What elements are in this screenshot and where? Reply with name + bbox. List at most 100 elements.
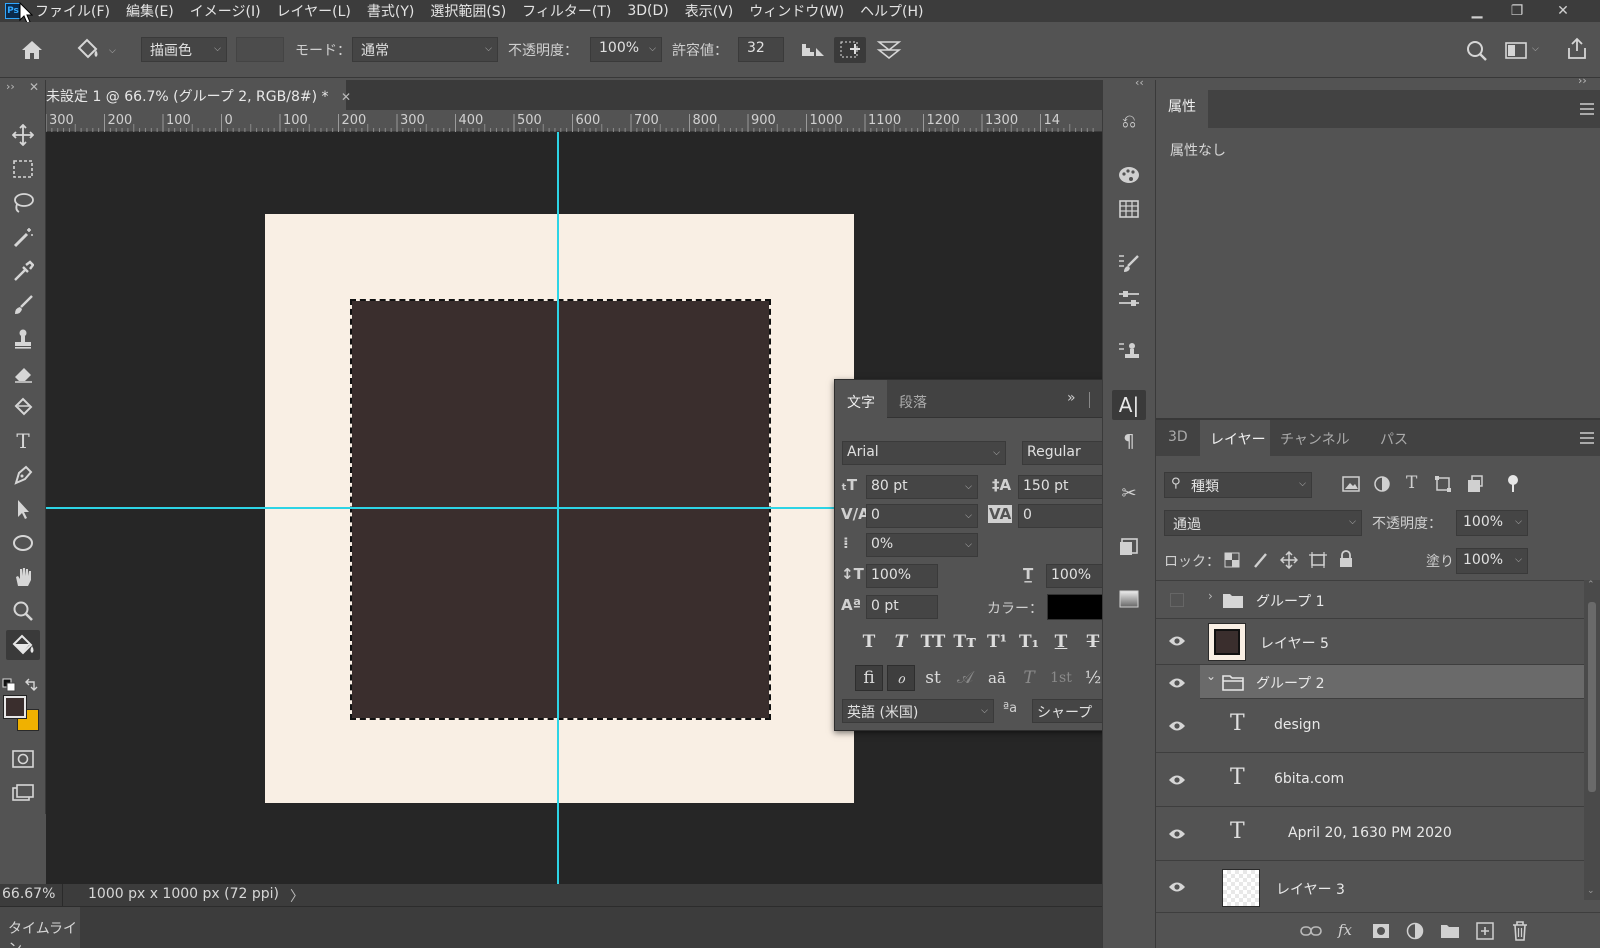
- eye-icon[interactable]: [1168, 634, 1186, 648]
- eye-icon[interactable]: [1168, 719, 1186, 733]
- layer-row-layer-5[interactable]: レイヤー 5: [1156, 619, 1584, 665]
- stylistic-alternates-button[interactable]: aā: [983, 665, 1011, 691]
- preset-dropdown-icon[interactable]: ⌵: [109, 46, 116, 56]
- menu-view[interactable]: 表示(V): [677, 1, 742, 21]
- eyedropper-tool[interactable]: [6, 256, 40, 286]
- clone-source-icon[interactable]: [1112, 336, 1146, 366]
- tab-character[interactable]: 文字: [847, 392, 875, 412]
- brush-settings-icon[interactable]: [1112, 248, 1146, 278]
- restore-icon[interactable]: ❐: [1500, 0, 1534, 22]
- workspace-dropdown-icon[interactable]: ⌵: [1532, 44, 1539, 54]
- subscript-button[interactable]: T₁: [1015, 629, 1043, 655]
- timeline-tab[interactable]: タイムライン: [0, 907, 80, 948]
- collapse-panel-icon[interactable]: »: [1067, 390, 1076, 406]
- zoom-tool[interactable]: [6, 596, 40, 626]
- ordinals-button[interactable]: 1st: [1047, 665, 1075, 691]
- menu-help[interactable]: ヘルプ(H): [852, 1, 931, 21]
- menu-layer[interactable]: レイヤー(L): [269, 1, 359, 21]
- fill-field[interactable]: 100% ⌵: [1456, 548, 1528, 574]
- layer-name[interactable]: レイヤー 3: [1276, 879, 1345, 899]
- new-adjustment-icon[interactable]: [1406, 922, 1424, 940]
- swap-colors-icon[interactable]: [24, 678, 40, 692]
- eye-icon[interactable]: [1168, 827, 1186, 841]
- gradients-icon[interactable]: [1112, 584, 1146, 614]
- workspace-icon[interactable]: [1504, 40, 1528, 60]
- character-panel-icon[interactable]: A|: [1112, 390, 1146, 420]
- menu-file[interactable]: ファイル(F): [27, 1, 118, 21]
- underline-button[interactable]: T: [1047, 629, 1075, 655]
- foreground-color-swatch[interactable]: [3, 695, 27, 719]
- new-group-icon[interactable]: [1440, 923, 1460, 939]
- chevron-right-icon[interactable]: 〉: [290, 886, 304, 906]
- chevron-right-icon[interactable]: ›: [1208, 589, 1213, 603]
- language-select[interactable]: 英語 (米国) ⌵: [842, 699, 994, 723]
- menu-3d[interactable]: 3D(D): [619, 3, 676, 19]
- close-window-icon[interactable]: ✕: [1546, 0, 1580, 22]
- eye-icon[interactable]: [1168, 773, 1186, 787]
- stamp-tool[interactable]: [6, 324, 40, 354]
- close-tab-icon[interactable]: ✕: [341, 90, 351, 104]
- menu-window[interactable]: ウィンドウ(W): [741, 1, 852, 21]
- horizontal-guide[interactable]: [46, 507, 836, 509]
- home-icon[interactable]: [21, 40, 43, 60]
- layer-name[interactable]: April 20, 1630 PM 2020: [1288, 825, 1452, 841]
- scroll-down-icon[interactable]: ⌄: [1587, 886, 1595, 896]
- vertical-scale-field[interactable]: 100%: [866, 564, 938, 588]
- mode-select[interactable]: 通常 ⌵: [352, 37, 498, 62]
- layer-effects-icon[interactable]: fx: [1338, 921, 1352, 939]
- default-colors-icon[interactable]: [2, 678, 16, 692]
- filter-smart-object-icon[interactable]: [1466, 475, 1484, 493]
- layer-name[interactable]: design: [1274, 717, 1320, 733]
- tolerance-field[interactable]: 32: [738, 37, 784, 62]
- contextual-alternates-button[interactable]: ℴ: [887, 665, 915, 691]
- filter-toggle-icon[interactable]: [1506, 474, 1520, 494]
- layer-name[interactable]: グループ 2: [1256, 673, 1325, 693]
- lock-artboard-icon[interactable]: [1308, 551, 1328, 569]
- move-tool[interactable]: [6, 120, 40, 150]
- gradient-fill-tool[interactable]: [6, 392, 40, 422]
- tab-properties[interactable]: 属性: [1156, 90, 1208, 128]
- blend-mode-select[interactable]: 通過 ⌵: [1164, 510, 1362, 536]
- superscript-button[interactable]: T¹: [983, 629, 1011, 655]
- adjustments-icon[interactable]: [1112, 284, 1146, 314]
- tsume-field[interactable]: 0% ⌵: [866, 533, 978, 557]
- delete-layer-icon[interactable]: [1512, 921, 1528, 941]
- small-caps-button[interactable]: Tт: [951, 629, 979, 655]
- eye-icon[interactable]: [1168, 880, 1186, 894]
- selection-area[interactable]: [350, 299, 771, 720]
- layer-row-design[interactable]: T design: [1156, 699, 1584, 753]
- brush-tool[interactable]: [6, 290, 40, 320]
- tab-3d[interactable]: 3D: [1168, 429, 1188, 445]
- quick-mask-tool[interactable]: [6, 744, 40, 774]
- layer-row-group-1[interactable]: › グループ 1: [1156, 581, 1584, 619]
- collapse-dock-icon[interactable]: ››: [1578, 74, 1587, 87]
- menu-select[interactable]: 選択範囲(S): [422, 1, 514, 21]
- ellipse-tool[interactable]: [6, 528, 40, 558]
- screen-mode-tool[interactable]: [6, 778, 40, 808]
- filter-type-icon[interactable]: T: [1406, 473, 1417, 493]
- menu-edit[interactable]: 編集(E): [118, 1, 182, 21]
- lock-position-icon[interactable]: [1280, 551, 1298, 569]
- fill-source-select[interactable]: 描画色 ⌵: [141, 37, 227, 62]
- discretionary-ligatures-button[interactable]: st: [919, 665, 947, 691]
- pen-tool[interactable]: [6, 460, 40, 490]
- pattern-swatch[interactable]: [236, 37, 284, 62]
- collapse-strip-icon[interactable]: ‹‹: [1135, 76, 1144, 89]
- faux-italic-button[interactable]: T: [887, 629, 915, 655]
- layer-comps-icon[interactable]: [1112, 532, 1146, 562]
- layer-name[interactable]: グループ 1: [1256, 591, 1325, 611]
- panel-menu-icon[interactable]: [1580, 432, 1594, 444]
- hand-tool[interactable]: [6, 562, 40, 592]
- anti-alias-icon[interactable]: [800, 42, 826, 58]
- new-layer-icon[interactable]: [1476, 922, 1494, 940]
- tab-paths[interactable]: パス: [1380, 429, 1408, 449]
- share-icon[interactable]: [1566, 37, 1588, 61]
- link-layers-icon[interactable]: [1300, 925, 1322, 937]
- filter-pixel-icon[interactable]: [1342, 476, 1360, 492]
- tab-channels[interactable]: チャンネル: [1280, 429, 1350, 449]
- tab-layers[interactable]: レイヤー: [1210, 429, 1266, 449]
- tool-presets-icon[interactable]: ✂: [1112, 478, 1146, 508]
- contiguous-toggle[interactable]: [834, 37, 866, 63]
- menu-image[interactable]: イメージ(I): [182, 1, 269, 21]
- all-caps-button[interactable]: TT: [919, 629, 947, 655]
